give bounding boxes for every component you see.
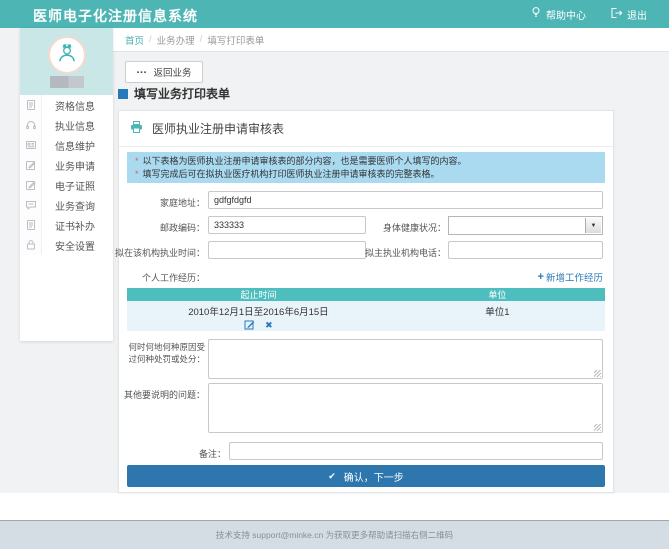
sidebar-item-label: 业务申请 [42, 158, 95, 173]
table-header-row: 起止时间 单位 [127, 288, 605, 301]
top-header: 医师电子化注册信息系统 帮助中心 退出 [0, 0, 669, 28]
logout-button[interactable]: 退出 [610, 7, 647, 22]
other-issues-textarea[interactable] [208, 383, 603, 433]
app-window: 医师电子化注册信息系统 帮助中心 退出 首页 / 业务办理 / 填写打印表单 [0, 0, 669, 554]
row-actions: ✖ [127, 319, 390, 330]
health-status-select[interactable]: ▼ [448, 216, 603, 235]
work-experience-table: 起止时间 单位 2010年12月1日至2016年6月15日 ✖ 单位1 [127, 288, 605, 331]
help-center-label: 帮助中心 [546, 7, 586, 22]
back-button-label: 返回业务 [154, 65, 192, 79]
form-panel: 医师执业注册申请审核表 *以下表格为医师执业注册申请审核表的部分内容，也是需要医… [118, 110, 614, 493]
header-actions: 帮助中心 退出 [530, 0, 647, 28]
sidebar-item-label: 电子证照 [42, 178, 95, 193]
breadcrumb: 首页 / 业务办理 / 填写打印表单 [113, 28, 669, 52]
confirm-next-label: 确认，下一步 [344, 469, 404, 484]
notice-line: *填写完成后可在拟执业医疗机构打印医师执业注册申请审核表的完整表格。 [135, 168, 597, 181]
punishment-textarea[interactable] [208, 339, 603, 379]
pencil-square-icon [20, 175, 42, 195]
postal-code-input[interactable] [208, 216, 366, 234]
unit-cell: 单位1 [390, 301, 605, 331]
sidebar-menu: 资格信息 执业信息 信息维护 业务申请 电子证照 业务查询 [20, 95, 113, 255]
sidebar: 资格信息 执业信息 信息维护 业务申请 电子证照 业务查询 [20, 28, 113, 341]
breadcrumb-current: 填写打印表单 [207, 33, 264, 47]
table-row: 2010年12月1日至2016年6月15日 ✖ 单位1 [127, 301, 605, 331]
user-name-redacted [50, 76, 84, 88]
confirm-next-button[interactable]: ✔ 确认，下一步 [127, 465, 605, 487]
sidebar-item-label: 业务查询 [42, 198, 95, 213]
document-icon [20, 95, 42, 115]
other-issues-label: 其他要说明的问题： [124, 388, 205, 401]
practice-time-label: 拟在该机构执业时间： [115, 246, 205, 259]
sidebar-item-label: 执业信息 [42, 118, 95, 133]
printer-icon [129, 120, 144, 137]
avatar-area [20, 28, 113, 95]
ellipsis-icon: … [136, 67, 148, 73]
footer-text: 技术支持 support@minke.cn 为获取更多帮助请扫描右侧二维码 [216, 529, 453, 541]
punishment-textarea-wrap [208, 339, 603, 379]
sidebar-item-label: 信息维护 [42, 138, 95, 153]
home-address-input[interactable] [208, 191, 603, 209]
breadcrumb-separator: / [200, 34, 203, 45]
notice-box: *以下表格为医师执业注册申请审核表的部分内容，也是需要医师个人填写的内容。 *填… [127, 152, 605, 183]
sidebar-item-practice[interactable]: 执业信息 [20, 115, 113, 135]
plus-icon: + [538, 271, 544, 283]
practice-time-input[interactable] [208, 241, 366, 259]
logout-label: 退出 [627, 7, 647, 22]
other-issues-textarea-wrap [208, 383, 603, 433]
punishment-label: 何时何地何种原因受过何种处罚或处分： [123, 341, 205, 365]
square-bullet-icon [118, 89, 128, 99]
home-address-label: 家庭地址： [160, 196, 205, 209]
help-center-button[interactable]: 帮助中心 [530, 6, 586, 22]
logout-icon [610, 7, 623, 22]
asterisk-bullet: * [135, 156, 139, 166]
notice-line: *以下表格为医师执业注册申请审核表的部分内容，也是需要医师个人填写的内容。 [135, 155, 597, 168]
work-experience-label: 个人工作经历： [142, 271, 205, 284]
sidebar-item-business-apply[interactable]: 业务申请 [20, 155, 113, 175]
sidebar-item-e-certificate[interactable]: 电子证照 [20, 175, 113, 195]
chevron-down-icon[interactable]: ▼ [585, 218, 601, 233]
footer: 技术支持 support@minke.cn 为获取更多帮助请扫描右侧二维码 [0, 520, 669, 549]
sidebar-item-label: 证书补办 [42, 218, 95, 233]
postal-code-label: 邮政编码： [160, 221, 205, 234]
back-to-business-button[interactable]: … 返回业务 [125, 61, 203, 83]
pencil-square-icon [20, 155, 42, 175]
check-icon: ✔ [328, 471, 336, 482]
period-cell: 2010年12月1日至2016年6月15日 [127, 304, 390, 318]
document-icon [20, 215, 42, 235]
add-work-experience-link[interactable]: + 新增工作经历 [538, 270, 603, 284]
sidebar-item-business-query[interactable]: 业务查询 [20, 195, 113, 215]
column-header-period: 起止时间 [127, 288, 390, 301]
lock-icon [20, 235, 42, 255]
delete-icon[interactable]: ✖ [265, 320, 273, 330]
sidebar-item-label: 安全设置 [42, 238, 95, 253]
edit-icon[interactable] [244, 319, 255, 330]
avatar[interactable] [48, 36, 86, 74]
sidebar-item-security-settings[interactable]: 安全设置 [20, 235, 113, 255]
sidebar-item-label: 资格信息 [42, 98, 95, 113]
remarks-input[interactable] [229, 442, 603, 460]
chat-bubble-icon [20, 195, 42, 215]
sidebar-item-qualification[interactable]: 资格信息 [20, 95, 113, 115]
asterisk-bullet: * [135, 169, 139, 179]
sidebar-item-info-maintenance[interactable]: 信息维护 [20, 135, 113, 155]
panel-title: 医师执业注册申请审核表 [152, 120, 284, 137]
column-header-unit: 单位 [390, 288, 605, 301]
lightbulb-icon [530, 6, 542, 22]
idcard-icon [20, 135, 42, 155]
org-phone-input[interactable] [448, 241, 603, 259]
breadcrumb-business[interactable]: 业务办理 [157, 33, 195, 47]
breadcrumb-separator: / [149, 34, 152, 45]
page-title: 填写业务打印表单 [118, 85, 230, 102]
sidebar-item-certificate-reissue[interactable]: 证书补办 [20, 215, 113, 235]
health-status-label: 身体健康状况： [383, 221, 446, 234]
org-phone-label: 拟主执业机构电话： [365, 246, 446, 259]
app-title: 医师电子化注册信息系统 [33, 6, 198, 26]
breadcrumb-home[interactable]: 首页 [125, 33, 144, 47]
remarks-label: 备注： [199, 447, 226, 460]
panel-header: 医师执业注册申请审核表 [119, 111, 613, 147]
doctor-icon [55, 41, 79, 70]
headset-icon [20, 115, 42, 135]
